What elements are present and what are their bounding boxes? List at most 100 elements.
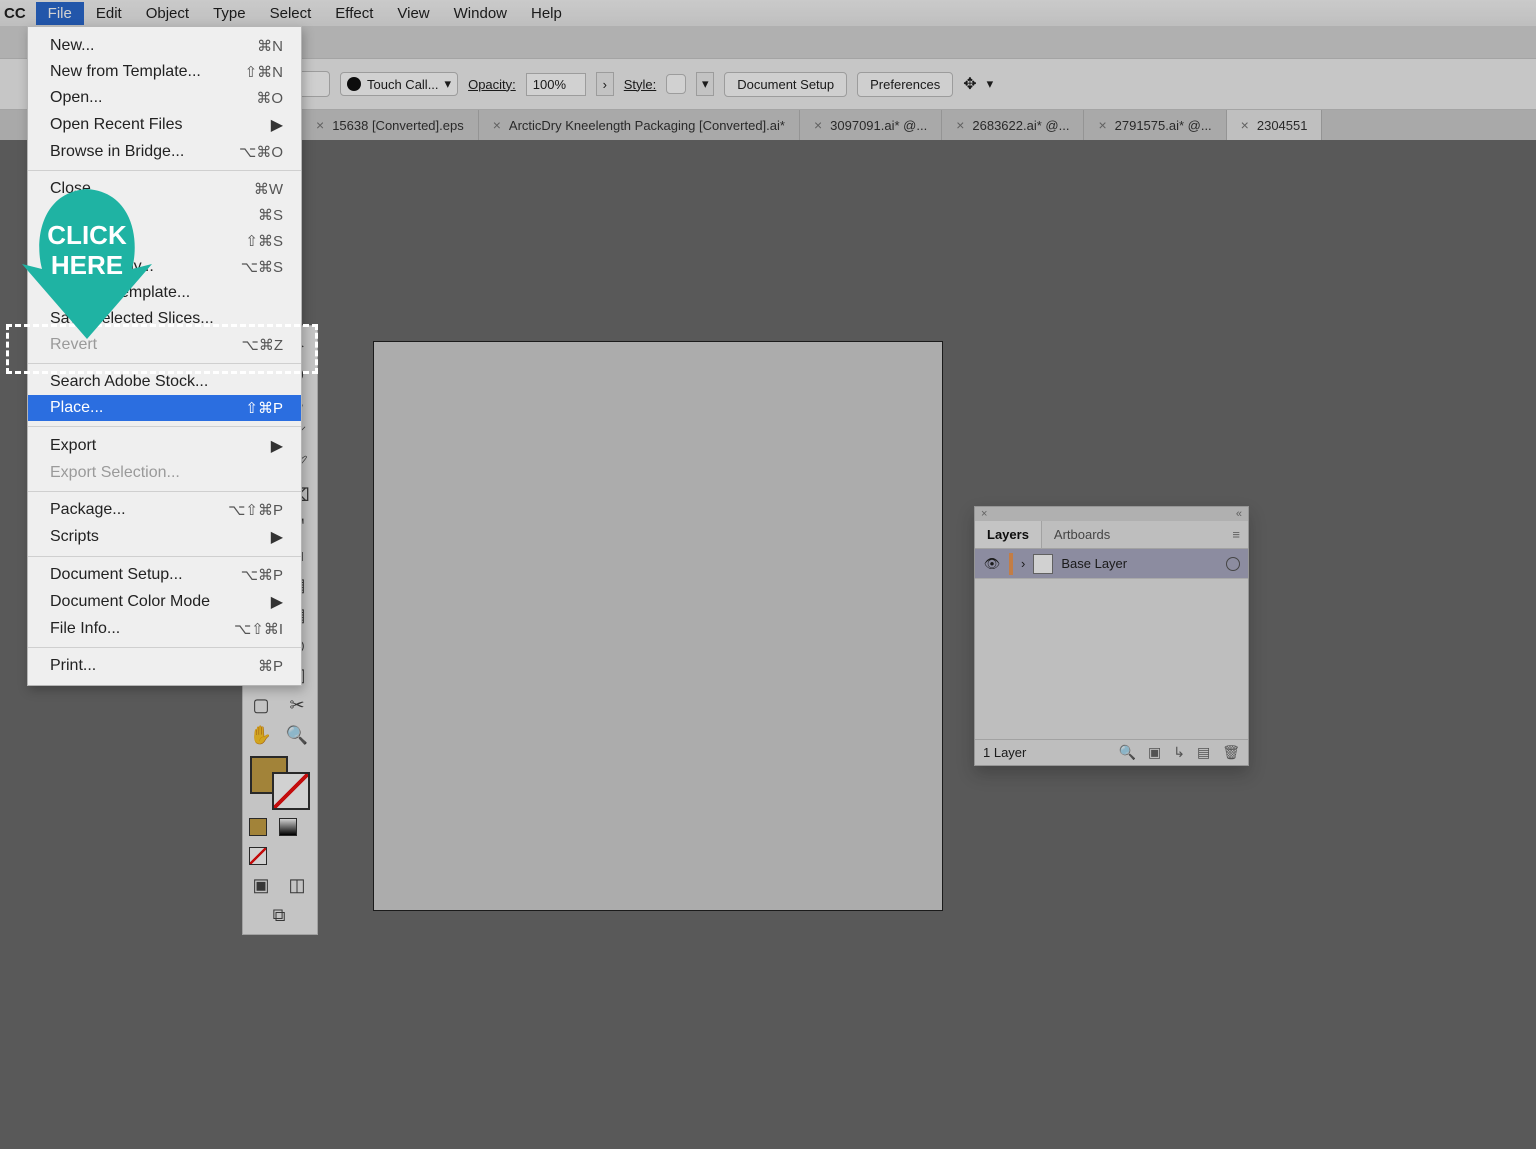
close-icon[interactable]: × xyxy=(956,117,964,133)
tool-artboard[interactable]: ▢ xyxy=(243,690,279,720)
menu-item[interactable]: Save⌘S xyxy=(28,202,301,228)
screen-mode[interactable]: ▣ xyxy=(243,870,279,900)
tab-label: 2304551 xyxy=(1257,118,1308,133)
color-mode-none[interactable] xyxy=(249,847,267,865)
menu-file[interactable]: File xyxy=(36,2,84,25)
target-icon[interactable] xyxy=(1226,557,1240,571)
document-tab[interactable]: × 2304551 xyxy=(1227,110,1323,140)
layer-row[interactable]: 👁 › Base Layer xyxy=(975,549,1248,579)
menu-view[interactable]: View xyxy=(385,2,441,25)
menu-item-label: New... xyxy=(50,37,94,55)
tab-label: ArcticDry Kneelength Packaging [Converte… xyxy=(509,118,785,133)
menu-object[interactable]: Object xyxy=(134,2,201,25)
menu-item[interactable]: Scripts▶ xyxy=(28,523,301,551)
tool-hand[interactable]: ✋ xyxy=(243,720,279,750)
menu-item[interactable]: Package...⌥⇧⌘P xyxy=(28,497,301,523)
style-swatch[interactable] xyxy=(666,74,686,94)
menu-effect[interactable]: Effect xyxy=(323,2,385,25)
menu-item[interactable]: Save as Template... xyxy=(28,280,301,306)
delete-layer-icon[interactable]: 🗑 xyxy=(1222,744,1240,761)
opacity-value[interactable]: 100% xyxy=(526,73,586,96)
menu-item[interactable]: File Info... ⌥⇧⌘I xyxy=(28,616,301,642)
menu-item[interactable]: Save a Copy...⌥⌘S xyxy=(28,254,301,280)
create-sublayer-icon[interactable]: ↳ xyxy=(1173,744,1185,761)
layer-name[interactable]: Base Layer xyxy=(1061,556,1218,571)
menu-item[interactable]: Close⌘W xyxy=(28,176,301,202)
submenu-arrow-icon: ▶ xyxy=(271,115,283,135)
menu-item[interactable]: Open Recent Files▶ xyxy=(28,111,301,139)
menu-item: Export Selection... xyxy=(28,460,301,486)
screen-mode-alt[interactable]: ◫ xyxy=(279,870,315,900)
menu-item[interactable]: New from Template...⇧⌘N xyxy=(28,59,301,85)
menu-item[interactable]: Browse in Bridge...⌥⌘O xyxy=(28,139,301,165)
tool-slice[interactable]: ✂ xyxy=(279,690,315,720)
menu-shortcut: ⌘S xyxy=(258,206,283,224)
tab-artboards[interactable]: Artboards xyxy=(1042,521,1122,548)
collapse-icon[interactable]: « xyxy=(1236,508,1242,520)
menu-item-label: Print... xyxy=(50,657,96,675)
visibility-icon[interactable]: 👁 xyxy=(983,556,1001,572)
document-tab[interactable]: ×2683622.ai* @... xyxy=(942,110,1084,140)
chevron-right-icon[interactable]: › xyxy=(1021,556,1025,571)
chevron-down-icon[interactable]: ▾ xyxy=(987,76,994,92)
menu-item[interactable]: Print...⌘P xyxy=(28,653,301,679)
menu-help[interactable]: Help xyxy=(519,2,574,25)
document-tab[interactable]: ×3097091.ai* @... xyxy=(800,110,942,140)
document-tab[interactable]: ×15638 [Converted].eps xyxy=(302,110,479,140)
menu-item[interactable]: New...⌘N xyxy=(28,33,301,59)
find-layer-icon[interactable]: 🔍 xyxy=(1119,744,1136,761)
menu-edit[interactable]: Edit xyxy=(84,2,134,25)
menu-window[interactable]: Window xyxy=(442,2,519,25)
color-mode-gradient[interactable] xyxy=(279,818,297,836)
color-mode-fill[interactable] xyxy=(249,818,267,836)
close-icon[interactable]: × xyxy=(316,117,324,133)
menu-item-label: Open... xyxy=(50,89,102,107)
style-dropdown[interactable]: ▾ xyxy=(696,72,714,96)
menu-item-label: Place... xyxy=(50,399,103,417)
menubar: CC File Edit Object Type Select Effect V… xyxy=(0,0,1536,26)
menu-shortcut: ⇧⌘N xyxy=(245,63,283,81)
document-tab[interactable]: × ArcticDry Kneelength Packaging [Convert… xyxy=(479,110,800,140)
opacity-flyout[interactable]: › xyxy=(596,72,614,96)
menu-type[interactable]: Type xyxy=(201,2,258,25)
stroke-swatch[interactable] xyxy=(272,772,310,810)
menu-item[interactable]: Place...⇧⌘P xyxy=(28,395,301,421)
menu-item-label: File Info... xyxy=(50,620,120,638)
pin-icon[interactable]: ✥ xyxy=(963,74,976,94)
menu-item[interactable]: Save As...⇧⌘S xyxy=(28,228,301,254)
close-icon[interactable]: × xyxy=(1098,117,1106,133)
fill-stroke-swatches[interactable] xyxy=(248,756,312,810)
menu-item[interactable]: Export▶ xyxy=(28,432,301,460)
artboard-canvas[interactable] xyxy=(373,341,943,911)
close-icon[interactable]: × xyxy=(981,508,987,520)
menu-item[interactable]: Save Selected Slices... xyxy=(28,306,301,332)
tab-layers[interactable]: Layers xyxy=(975,521,1042,548)
close-icon[interactable]: × xyxy=(1241,117,1249,133)
submenu-arrow-icon: ▶ xyxy=(271,436,283,456)
menu-shortcut: ⌥⇧⌘P xyxy=(228,501,283,519)
menu-item-label: Save as Template... xyxy=(50,284,190,302)
change-screen[interactable]: ⧉ xyxy=(243,900,315,930)
new-layer-icon[interactable]: ▤ xyxy=(1197,744,1210,761)
document-setup-button[interactable]: Document Setup xyxy=(724,72,847,97)
menu-item[interactable]: Document Setup...⌥⌘P xyxy=(28,562,301,588)
panel-menu-icon[interactable]: ≡ xyxy=(1224,527,1248,542)
menu-shortcut: ⌥⇧⌘I xyxy=(234,620,283,638)
tool-zoom[interactable]: 🔍 xyxy=(279,720,315,750)
menu-shortcut: ⌥⌘P xyxy=(241,566,283,584)
chevron-down-icon: ▾ xyxy=(445,76,452,92)
close-icon[interactable]: × xyxy=(814,117,822,133)
close-icon[interactable]: × xyxy=(493,117,501,133)
menu-item[interactable]: Search Adobe Stock... xyxy=(28,369,301,395)
stroke-dropdown[interactable]: Touch Call... ▾ xyxy=(340,72,458,96)
make-clip-icon[interactable]: ▣ xyxy=(1148,744,1161,761)
menu-item[interactable]: Open...⌘O xyxy=(28,85,301,111)
preferences-button[interactable]: Preferences xyxy=(857,72,953,97)
submenu-arrow-icon: ▶ xyxy=(271,527,283,547)
document-tab[interactable]: ×2791575.ai* @... xyxy=(1084,110,1226,140)
menu-item-label: Save a Copy... xyxy=(50,258,154,276)
menu-select[interactable]: Select xyxy=(258,2,324,25)
menu-item[interactable]: Document Color Mode▶ xyxy=(28,588,301,616)
submenu-arrow-icon: ▶ xyxy=(271,592,283,612)
menu-shortcut: ⌘W xyxy=(254,180,283,198)
